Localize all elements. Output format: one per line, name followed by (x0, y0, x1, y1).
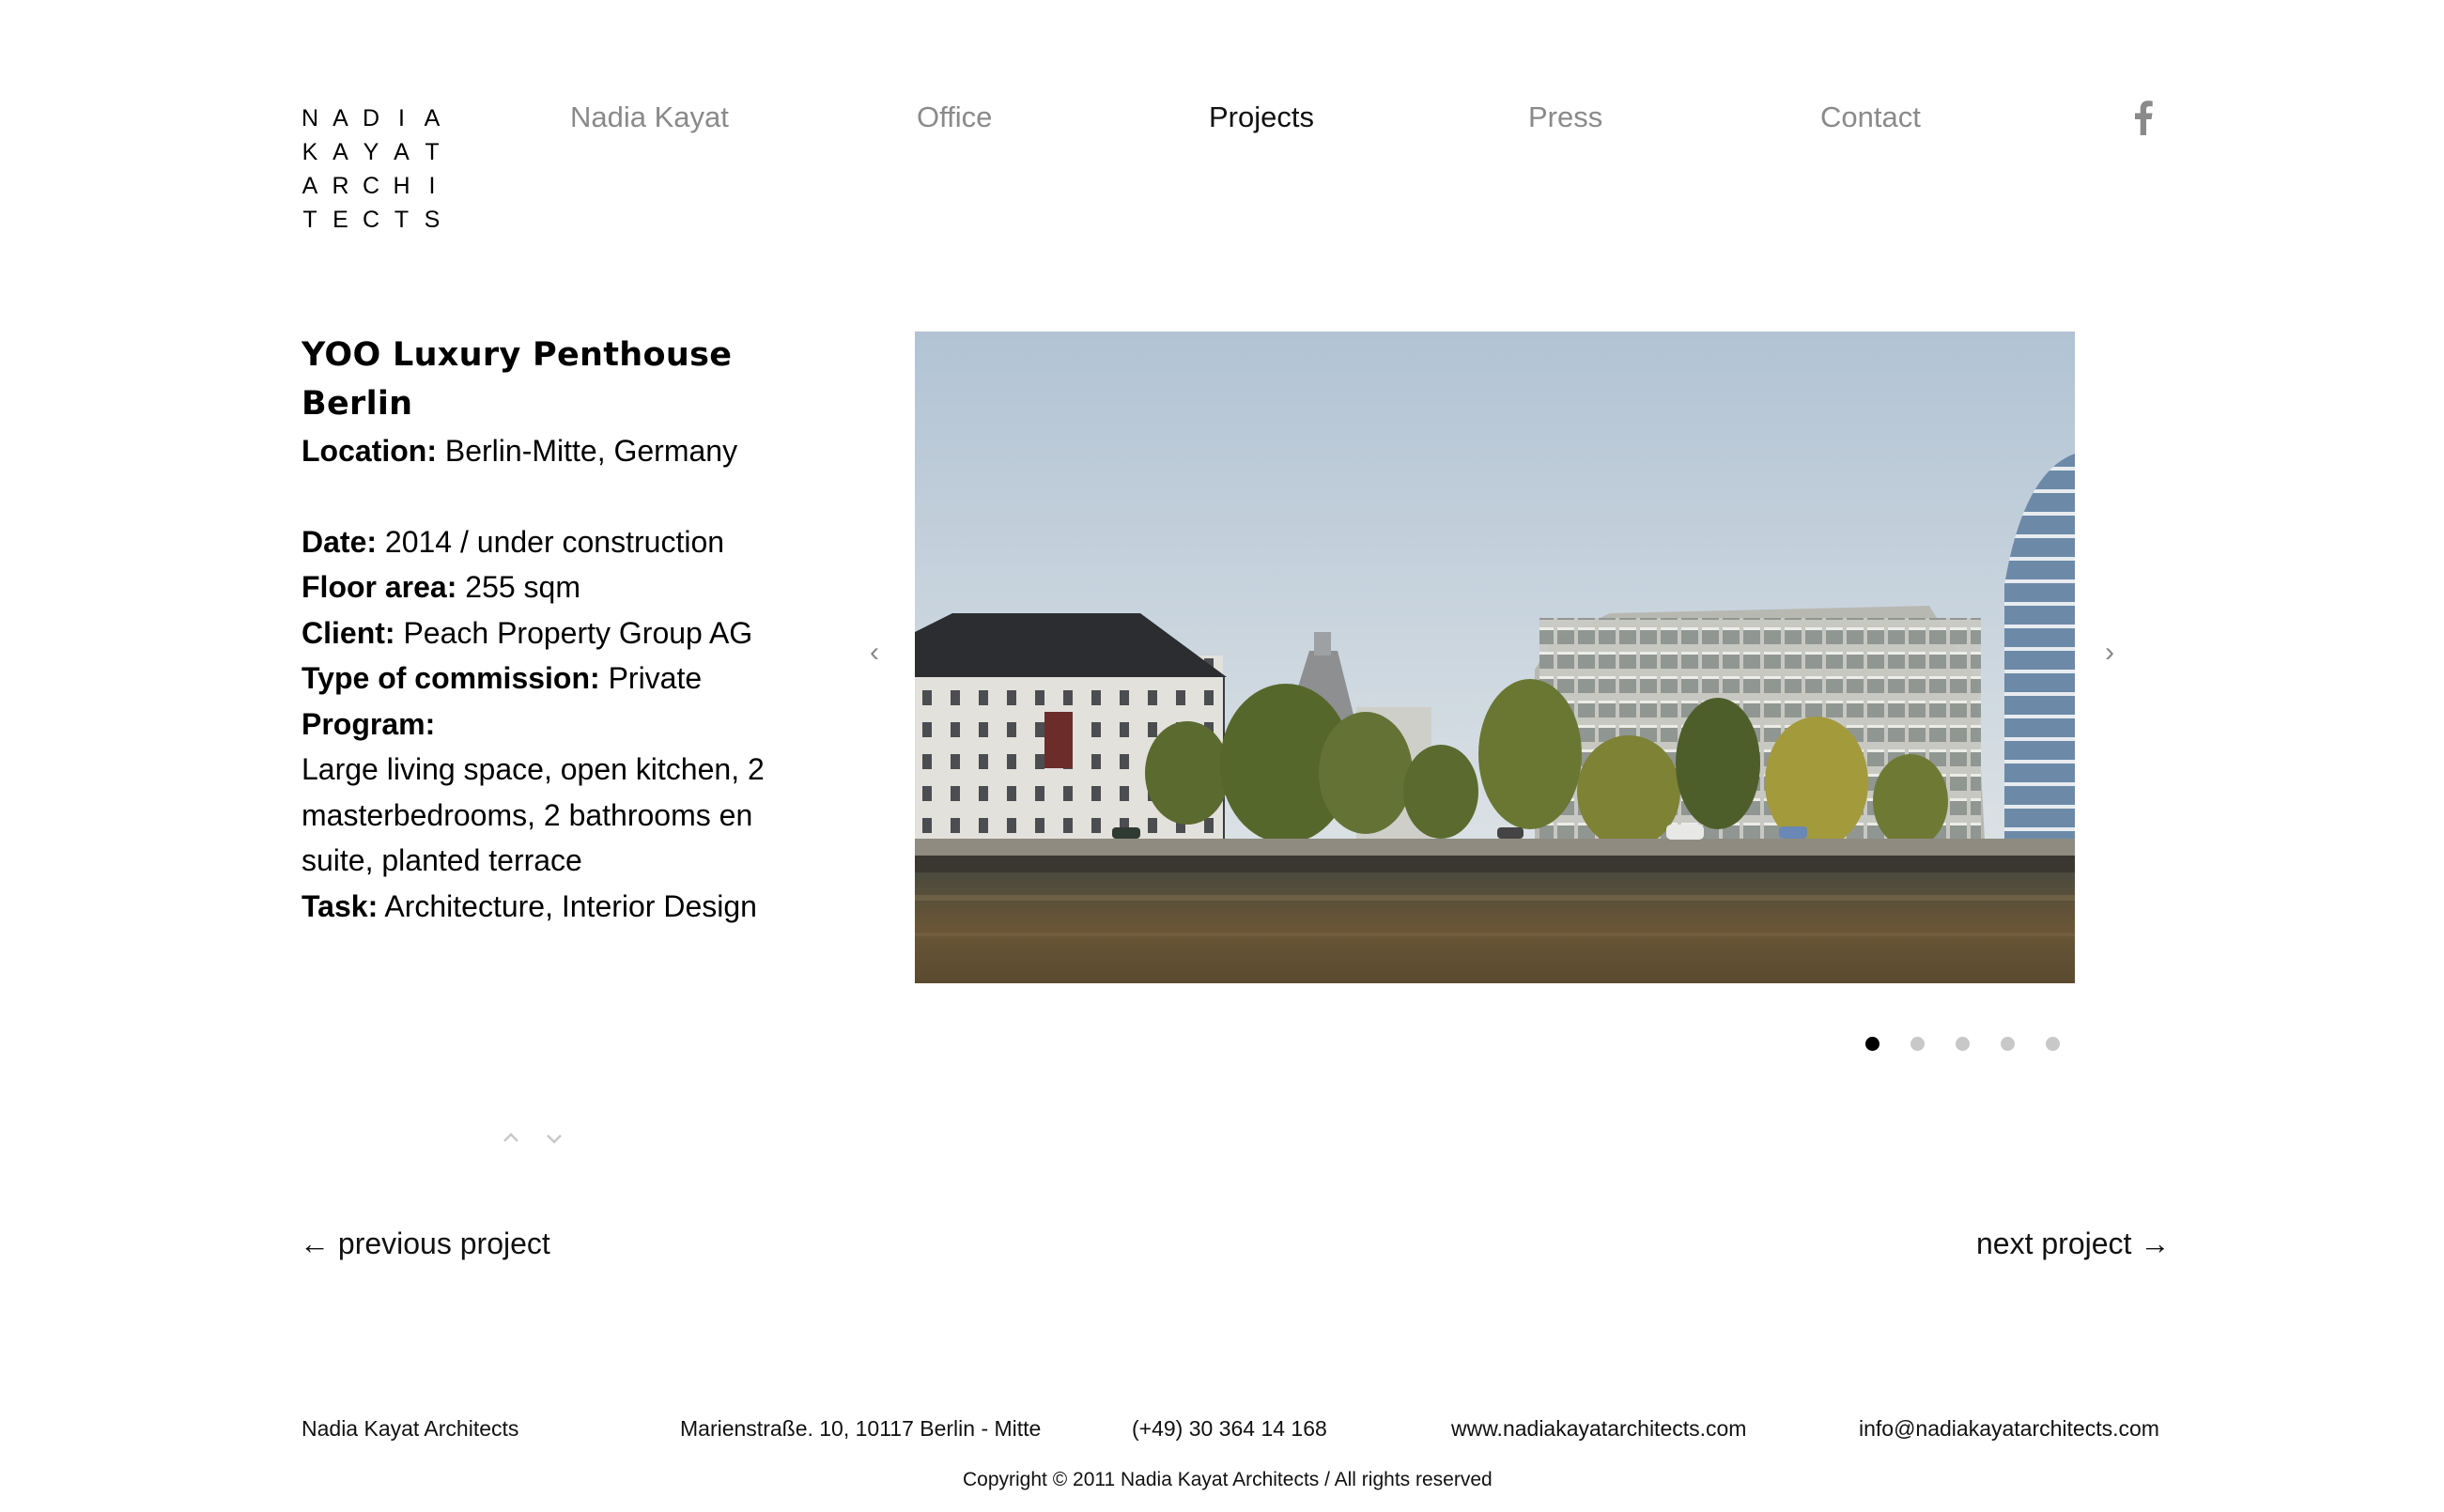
facebook-icon[interactable] (2133, 100, 2154, 135)
nav-item-projects[interactable]: Projects (1209, 100, 1314, 134)
footer-company-name: Nadia Kayat Architects (302, 1416, 519, 1441)
logo-letter: I (428, 173, 436, 199)
previous-project-link[interactable]: ← previous project (300, 1227, 550, 1261)
program-value-line: suite, planted terrace (302, 843, 582, 877)
chevron-up-icon[interactable] (500, 1127, 522, 1149)
client-row: Client: Peach Property Group AG (302, 610, 771, 656)
logo-letter: A (302, 173, 318, 199)
date-label: Date: (302, 524, 378, 559)
logo-letter: I (398, 105, 405, 131)
location-label: Location: (302, 434, 437, 468)
program-label: Program: (302, 706, 436, 741)
nav-item-contact[interactable]: Contact (1820, 100, 1921, 134)
logo-letter: T (425, 139, 440, 165)
nav-item-nadia-kayat[interactable]: Nadia Kayat (570, 100, 729, 134)
nav-item-office[interactable]: Office (917, 100, 992, 134)
logo-letter: C (362, 173, 380, 199)
footer-phone[interactable]: (+49) 30 364 14 168 (1132, 1416, 1327, 1442)
next-project-link[interactable]: next project → (1976, 1227, 2170, 1261)
logo-letter: A (394, 139, 410, 165)
footer-email-link[interactable]: info@nadiakayatarchitects.com (1859, 1416, 2159, 1442)
floor-area-label: Floor area: (302, 570, 457, 604)
project-photo (915, 332, 2075, 983)
logo-letter: K (302, 139, 318, 165)
floor-area-row: Floor area: 255 sqm (302, 564, 771, 610)
project-title-line: Berlin (302, 385, 413, 423)
logo-letter: C (362, 207, 380, 233)
footer-website-link[interactable]: www.nadiakayatarchitects.com (1451, 1416, 1746, 1442)
commission-label: Type of commission: (302, 661, 600, 695)
logo-letter: R (332, 173, 349, 199)
task-row: Task: Architecture, Interior Design (302, 884, 771, 930)
program-value-line: masterbedrooms, 2 bathrooms en (302, 797, 753, 832)
slide-dot[interactable] (1956, 1037, 1970, 1051)
slide-dot-active[interactable] (1865, 1037, 1879, 1051)
project-title-line: YOO Luxury Penthouse (302, 336, 733, 374)
logo-row: T E C T S (301, 203, 441, 237)
nav-item-press[interactable]: Press (1528, 100, 1602, 134)
logo-letter: T (394, 207, 410, 233)
logo-letter: S (424, 207, 441, 233)
floor-area-value: 255 sqm (465, 570, 580, 604)
site-logo[interactable]: N A D I A K A Y A T A R C H I T E C T S (301, 101, 441, 237)
project-title: YOO Luxury Penthouse Berlin (302, 331, 771, 428)
logo-row: N A D I A (301, 101, 441, 135)
date-value: 2014 / under construction (384, 524, 725, 559)
logo-letter: A (333, 105, 348, 131)
chevron-down-icon[interactable] (543, 1127, 565, 1149)
task-value: Architecture, Interior Design (384, 888, 757, 923)
program-value-line: Large living space, open kitchen, 2 (302, 752, 765, 786)
logo-row: A R C H I (301, 169, 441, 203)
logo-letter: A (333, 139, 348, 165)
footer-copyright: Copyright © 2011 Nadia Kayat Architects … (963, 1469, 1493, 1490)
project-details: YOO Luxury Penthouse Berlin Location: Be… (302, 331, 771, 929)
gallery-prev-arrow[interactable]: ‹ (870, 637, 879, 669)
logo-letter: T (302, 207, 317, 233)
date-row: Date: 2014 / under construction (302, 519, 771, 565)
location-value: Berlin-Mitte, Germany (444, 434, 738, 468)
logo-letter: N (301, 105, 319, 131)
slide-dot[interactable] (2001, 1037, 2015, 1051)
commission-value: Private (608, 661, 703, 695)
gallery-next-arrow[interactable]: › (2105, 637, 2114, 669)
logo-letter: H (393, 173, 410, 199)
logo-letter: D (362, 105, 380, 131)
slide-dot[interactable] (1910, 1037, 1925, 1051)
logo-letter: A (424, 105, 441, 131)
commission-row: Type of commission: Private (302, 656, 771, 702)
logo-row: K A Y A T (301, 135, 441, 169)
slide-dot[interactable] (2046, 1037, 2060, 1051)
program-row: Program: (302, 702, 771, 748)
logo-letter: Y (363, 139, 379, 165)
location-row: Location: Berlin-Mitte, Germany (302, 428, 771, 474)
client-value: Peach Property Group AG (403, 615, 753, 650)
logo-letter: E (333, 207, 348, 233)
client-label: Client: (302, 615, 395, 650)
task-label: Task: (302, 888, 379, 923)
footer-address: Marienstraße. 10, 10117 Berlin - Mitte (680, 1416, 1042, 1441)
